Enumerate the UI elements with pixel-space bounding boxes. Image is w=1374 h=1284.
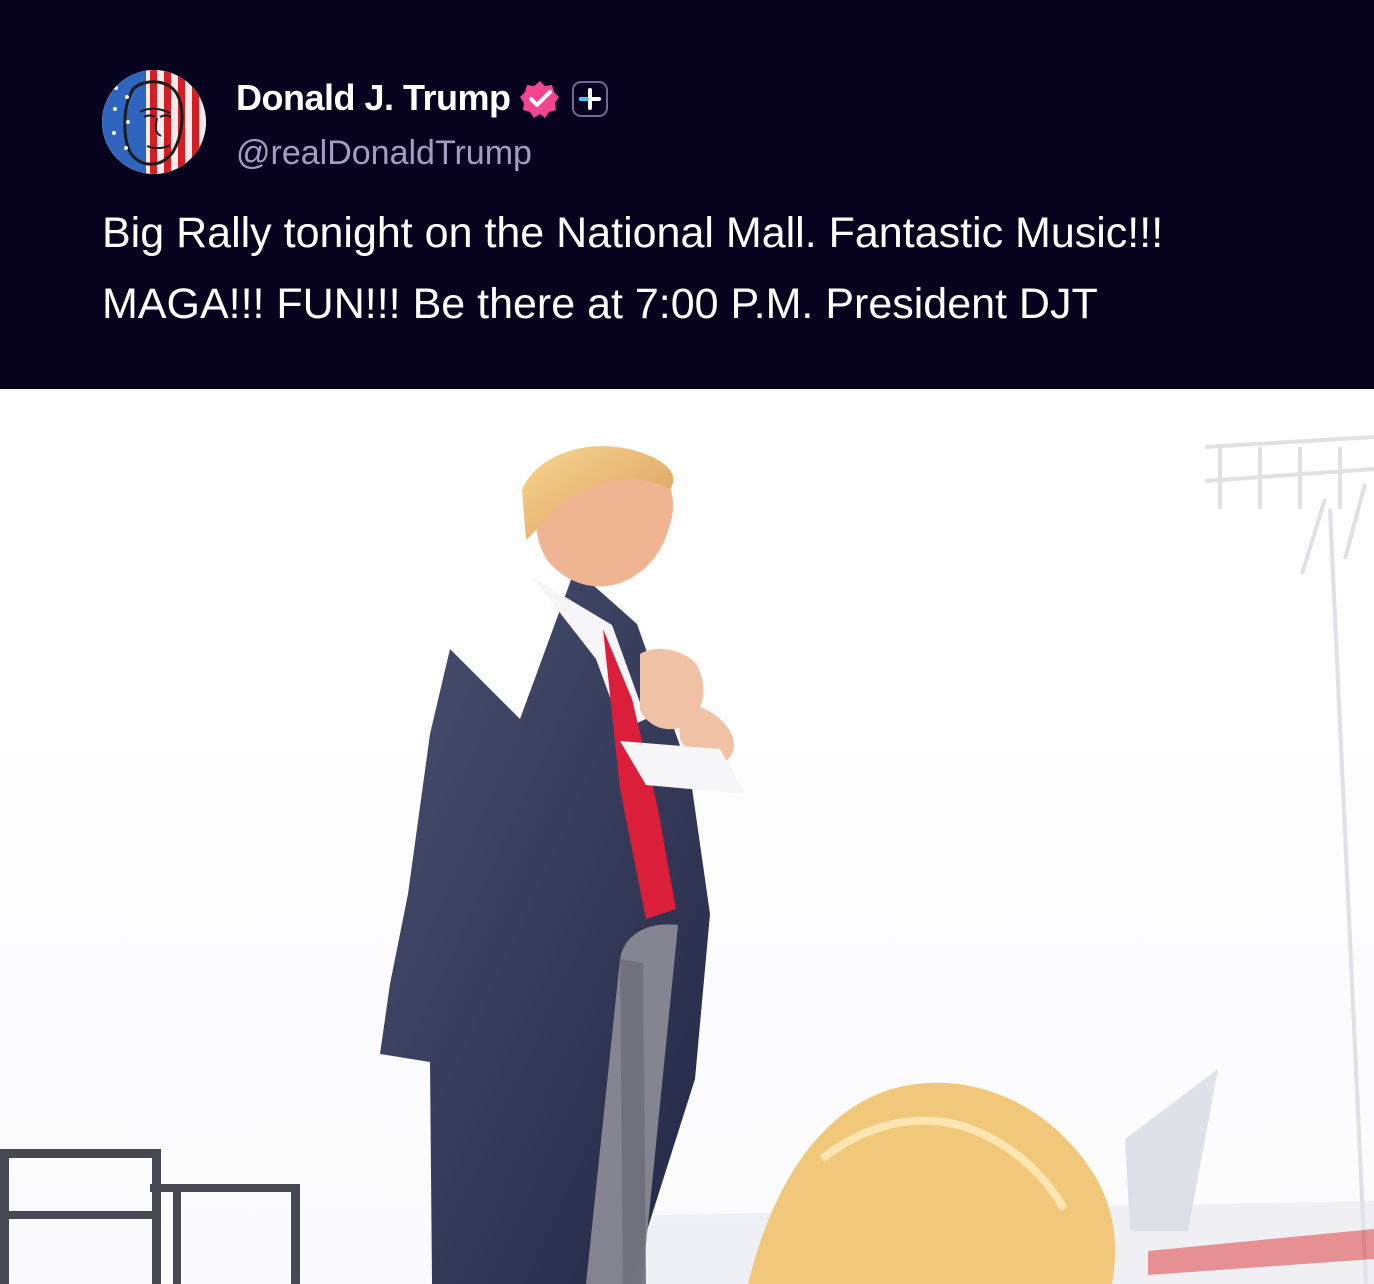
author-avatar[interactable] [102,70,206,174]
truth-social-post: Donald J. Trump @realDonaldTrump Big Ral… [0,0,1374,1284]
verified-badge-icon [519,78,561,120]
rally-video-frame-icon [0,389,1374,1284]
post-media[interactable] [0,389,1374,1284]
author-handle[interactable]: @realDonaldTrump [236,131,532,175]
author-display-name[interactable]: Donald J. Trump [236,76,511,120]
flag-portrait-avatar-icon [102,70,206,174]
plus-badge-icon [571,80,609,118]
post-header: Donald J. Trump @realDonaldTrump Big Ral… [0,0,1374,389]
post-body-text: Big Rally tonight on the National Mall. … [102,209,1164,328]
